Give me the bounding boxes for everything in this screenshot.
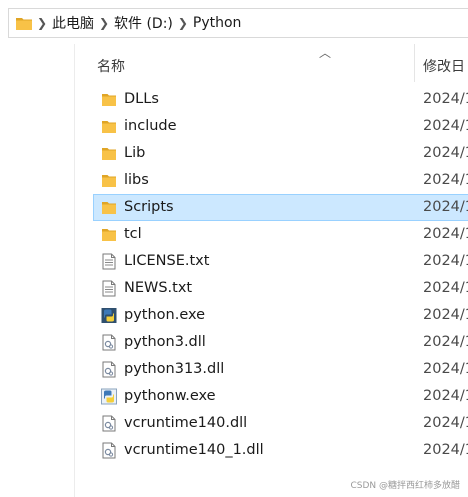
file-name: Scripts: [124, 199, 174, 215]
file-date-modified: 2024/1: [423, 415, 468, 431]
folder-icon: [101, 199, 117, 216]
file-date-modified: 2024/1: [423, 145, 468, 161]
file-row[interactable]: tcl 2024/1: [93, 221, 468, 248]
column-separator[interactable]: [414, 44, 415, 82]
watermark: CSDN @糖拌西红柿多放醋: [350, 481, 460, 491]
file-row[interactable]: Lib 2024/1: [93, 140, 468, 167]
folder-icon: [101, 172, 117, 189]
file-name: NEWS.txt: [124, 280, 193, 296]
folder-icon: [101, 145, 117, 162]
pane-divider: [74, 44, 75, 497]
address-bar[interactable]: ❯ 此电脑 ❯ 软件 (D:) ❯ Python: [8, 8, 468, 38]
file-row[interactable]: NEWS.txt 2024/1: [93, 275, 468, 302]
breadcrumb-this-pc[interactable]: 此电脑: [52, 13, 94, 33]
breadcrumb-python[interactable]: Python: [193, 15, 242, 31]
file-row[interactable]: vcruntime140_1.dll 2024/1: [93, 437, 468, 464]
file-name: Lib: [124, 145, 146, 161]
dll-file-icon: [101, 415, 117, 432]
file-name: vcruntime140_1.dll: [124, 442, 264, 458]
file-date-modified: 2024/1: [423, 442, 468, 458]
text-file-icon: [101, 280, 117, 297]
file-row[interactable]: libs 2024/1: [93, 167, 468, 194]
file-row[interactable]: LICENSE.txt 2024/1: [93, 248, 468, 275]
file-date-modified: 2024/1: [423, 91, 468, 107]
file-row[interactable]: python313.dll 2024/1: [93, 356, 468, 383]
breadcrumb-chevron-icon[interactable]: ❯: [173, 16, 193, 30]
column-header-date-modified[interactable]: 修改日: [423, 56, 465, 76]
file-name: libs: [124, 172, 149, 188]
file-name: python313.dll: [124, 361, 225, 377]
sort-ascending-icon: ︿: [319, 46, 332, 60]
breadcrumb-drive-d[interactable]: 软件 (D:): [114, 13, 173, 33]
file-row[interactable]: vcruntime140.dll 2024/1: [93, 410, 468, 437]
file-row[interactable]: DLLs 2024/1: [93, 86, 468, 113]
dll-file-icon: [101, 334, 117, 351]
file-row[interactable]: python3.dll 2024/1: [93, 329, 468, 356]
file-row[interactable]: python.exe 2024/1: [93, 302, 468, 329]
file-name: python.exe: [124, 307, 206, 323]
file-row[interactable]: Scripts 2024/1: [93, 194, 468, 221]
file-row[interactable]: pythonw.exe 2024/1: [93, 383, 468, 410]
file-date-modified: 2024/1: [423, 118, 468, 134]
folder-icon: [101, 226, 117, 243]
file-name: DLLs: [124, 91, 159, 107]
column-header: ︿ 名称 修改日: [75, 44, 468, 82]
file-date-modified: 2024/1: [423, 199, 468, 215]
file-row[interactable]: include 2024/1: [93, 113, 468, 140]
file-date-modified: 2024/1: [423, 361, 468, 377]
explorer-window: ❯ 此电脑 ❯ 软件 (D:) ❯ Python ︿ 名称 修改日 DLLs 20…: [0, 0, 468, 497]
folder-icon: [101, 91, 117, 108]
file-name: python3.dll: [124, 334, 206, 350]
python-exe-icon: [101, 307, 117, 324]
folder-icon: [16, 18, 32, 30]
pythonw-exe-icon: [101, 388, 117, 405]
dll-file-icon: [101, 361, 117, 378]
folder-icon: [101, 118, 117, 135]
file-name: include: [124, 118, 177, 134]
file-name: pythonw.exe: [124, 388, 216, 404]
file-date-modified: 2024/1: [423, 307, 468, 323]
text-file-icon: [101, 253, 117, 270]
file-name: vcruntime140.dll: [124, 415, 248, 431]
file-date-modified: 2024/1: [423, 253, 468, 269]
file-name: tcl: [124, 226, 142, 242]
file-date-modified: 2024/1: [423, 388, 468, 404]
breadcrumb-chevron-icon[interactable]: ❯: [94, 16, 114, 30]
file-date-modified: 2024/1: [423, 280, 468, 296]
breadcrumb-chevron-icon[interactable]: ❯: [32, 16, 52, 30]
file-list: DLLs 2024/1 include 2024/1 Lib 2024/1 libs 2024…: [93, 86, 468, 464]
dll-file-icon: [101, 442, 117, 459]
column-header-name[interactable]: 名称: [97, 56, 125, 76]
file-date-modified: 2024/1: [423, 226, 468, 242]
file-date-modified: 2024/1: [423, 334, 468, 350]
file-name: LICENSE.txt: [124, 253, 210, 269]
file-date-modified: 2024/1: [423, 172, 468, 188]
